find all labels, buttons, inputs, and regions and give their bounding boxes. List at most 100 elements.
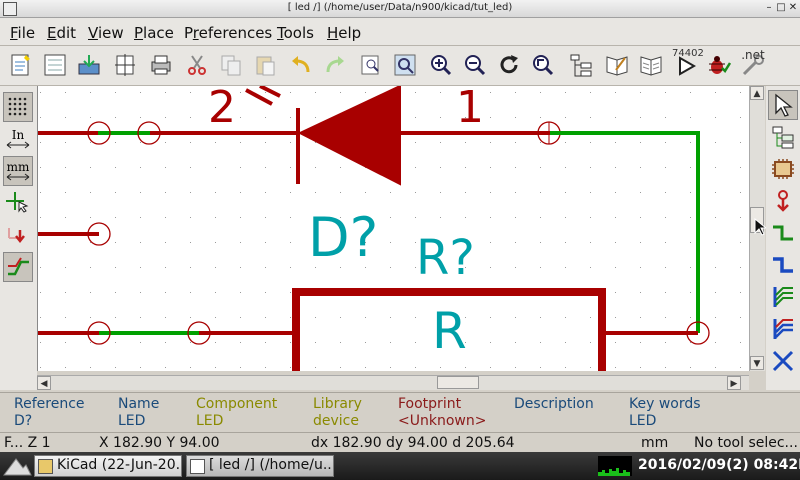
copy-button[interactable] — [216, 50, 246, 80]
scroll-right-arrow[interactable]: ▶ — [727, 376, 741, 390]
menu-place[interactable]: Place — [134, 24, 174, 42]
bus-to-bus-entry-button[interactable] — [768, 314, 798, 344]
status-cursor-position: X 182.90 Y 94.00 — [99, 435, 220, 451]
units-inch-button[interactable]: In — [3, 124, 33, 154]
place-wire-button[interactable] — [768, 218, 798, 248]
zoom-out-icon — [465, 55, 486, 76]
units-mm-label: mm — [6, 160, 30, 174]
taskbar-item-label: [ led /] (/home/u... — [209, 457, 334, 473]
description-field: Description — [514, 396, 594, 413]
bus-to-bus-icon — [773, 319, 793, 339]
library-editor-button[interactable] — [602, 50, 632, 80]
zoom-in-button[interactable] — [426, 50, 456, 80]
grid-icon — [8, 97, 27, 116]
bus-entry-icon — [773, 287, 793, 307]
sheet-settings-button[interactable] — [40, 50, 70, 80]
select-tool-button[interactable] — [768, 90, 798, 120]
crosshair-cursor-icon — [6, 192, 29, 213]
cut-icon — [188, 55, 206, 75]
keywords-value: LED — [629, 413, 657, 429]
print-button[interactable] — [146, 50, 176, 80]
taskbar: KiCad (22-Jun-20... [ led /] (/home/u...… — [0, 452, 800, 480]
wire-orientation-button[interactable] — [3, 252, 33, 282]
component-field: Component LED — [196, 396, 277, 430]
schematic-canvas[interactable]: 2 1 D? R? R — [37, 86, 749, 371]
diode-reference[interactable]: D? — [308, 206, 378, 269]
erc-button[interactable] — [704, 50, 734, 80]
find-replace-button[interactable] — [390, 50, 420, 80]
find-button[interactable] — [356, 50, 386, 80]
taskbar-item-eeschema[interactable]: [ led /] (/home/u... — [186, 455, 334, 477]
pin-number-2: 2 — [208, 86, 236, 133]
page-settings-icon — [115, 54, 135, 76]
close-button[interactable]: ✕ — [786, 2, 800, 13]
horizontal-scrollbar[interactable]: ◀ ▶ — [37, 375, 749, 390]
units-inch-label: In — [11, 128, 25, 142]
scroll-left-arrow[interactable]: ◀ — [37, 376, 51, 390]
no-connect-button[interactable] — [768, 346, 798, 376]
hidden-pins-button[interactable] — [3, 220, 33, 250]
place-bus-button[interactable] — [768, 250, 798, 280]
page-settings-button[interactable] — [110, 50, 140, 80]
component-info-panel: Reference D? Name LED Component LED Libr… — [0, 392, 800, 430]
paste-button[interactable] — [250, 50, 280, 80]
start-menu-icon[interactable] — [2, 455, 32, 477]
bug-icon — [709, 56, 732, 74]
status-tool: No tool selec... — [694, 435, 798, 451]
library-label: Library — [313, 396, 362, 412]
arrow-cursor-icon — [775, 93, 793, 117]
undo-button[interactable] — [286, 50, 316, 80]
redraw-button[interactable] — [494, 50, 524, 80]
wire-icon — [773, 225, 793, 241]
menu-help[interactable]: Help — [327, 24, 361, 42]
status-bar: F... Z 1 X 182.90 Y 94.00 dx 182.90 dy 9… — [0, 432, 800, 452]
window-title-bar[interactable]: [ led /] (/home/user/Data/n900/kicad/tut… — [0, 0, 800, 18]
save-button[interactable] — [74, 50, 104, 80]
menu-edit[interactable]: Edit — [47, 24, 76, 42]
taskbar-clock[interactable]: 2016/02/09(2) 08:42PM — [638, 457, 800, 473]
scroll-up-arrow[interactable]: ▲ — [750, 86, 764, 100]
library-browser-button[interactable] — [636, 50, 666, 80]
zoom-out-button[interactable] — [460, 50, 490, 80]
schematic-drawing[interactable]: 2 1 D? R? R — [38, 86, 749, 371]
resistor-reference[interactable]: R? — [416, 230, 475, 286]
description-label: Description — [514, 396, 594, 412]
taskbar-item-label: KiCad (22-Jun-20... — [57, 457, 182, 473]
scroll-down-arrow[interactable]: ▼ — [750, 356, 764, 370]
cut-button[interactable] — [182, 50, 212, 80]
part-number-label: 74402 — [672, 48, 704, 59]
zoom-fit-button[interactable] — [528, 50, 558, 80]
horizontal-scroll-thumb[interactable] — [437, 376, 479, 389]
net-label: .net — [741, 48, 765, 62]
new-sheet-button[interactable] — [6, 50, 36, 80]
cursor-shape-button[interactable] — [3, 188, 33, 218]
eeschema-app-icon — [190, 459, 205, 474]
zoom-in-icon — [431, 55, 452, 76]
place-power-button[interactable] — [768, 186, 798, 216]
annotate-button[interactable]: 74402 — [672, 48, 704, 80]
netlist-button[interactable]: .net — [738, 48, 768, 80]
left-toolbar: In mm — [0, 86, 37, 390]
double-arrow-icon — [6, 173, 30, 181]
right-toolbar — [766, 86, 800, 390]
redo-icon — [326, 56, 344, 73]
component-label: Component — [196, 396, 278, 412]
hierarchy-nav-tool-button[interactable] — [768, 122, 798, 152]
menu-tools[interactable]: Tools — [277, 24, 314, 42]
menu-file[interactable]: File — [10, 24, 35, 42]
hierarchy-navigator-button[interactable] — [566, 50, 596, 80]
status-zoom: F... Z 1 — [4, 435, 51, 451]
show-grid-button[interactable] — [3, 92, 33, 122]
menu-preferences[interactable]: Preferences — [184, 24, 272, 42]
sheet-settings-icon — [44, 54, 66, 76]
wire-to-bus-entry-button[interactable] — [768, 282, 798, 312]
redo-button[interactable] — [320, 50, 350, 80]
power-port-icon — [777, 190, 789, 212]
name-value: LED — [118, 413, 146, 429]
taskbar-item-kicad[interactable]: KiCad (22-Jun-20... — [34, 455, 182, 477]
menu-view[interactable]: View — [88, 24, 124, 42]
place-component-button[interactable] — [768, 154, 798, 184]
reference-value: D? — [14, 413, 33, 429]
units-mm-button[interactable]: mm — [3, 156, 33, 186]
status-delta: dx 182.90 dy 94.00 d 205.64 — [311, 435, 515, 451]
